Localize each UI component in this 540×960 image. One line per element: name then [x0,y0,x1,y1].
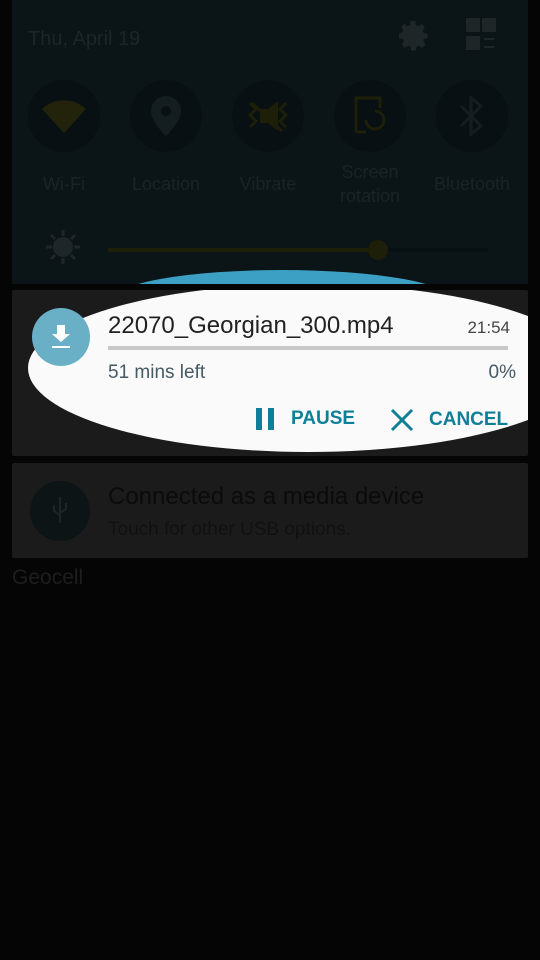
toggle-label: Vibrate [239,174,297,194]
cancel-button[interactable]: CANCEL [390,408,508,432]
carrier-label: Geocell [12,566,84,589]
screen-rotation-icon [354,96,386,134]
brightness-fill [108,248,378,252]
pause-label: PAUSE [291,408,356,429]
download-percent: 0% [488,362,516,383]
toggle-label-line: rotation [339,186,401,206]
brightness-slider[interactable] [108,240,488,260]
toggle-screen-rotation[interactable]: Screen rotation [320,80,420,208]
pause-icon [256,408,274,430]
cancel-label: CANCEL [429,409,509,430]
usb-icon [30,481,90,541]
edit-tiles-icon[interactable] [462,16,500,54]
date-label: Thu, April 19 [28,28,141,50]
toggle-label: Bluetooth [433,174,511,194]
toggle-label: Location [131,174,201,194]
toggle-bluetooth[interactable]: Bluetooth [422,80,522,196]
wifi-icon [42,100,86,133]
time-remaining: 51 mins left [108,362,206,383]
settings-gear-icon[interactable] [396,18,432,54]
vibrate-icon [247,101,289,133]
close-icon [390,408,414,432]
download-progress-bar [108,346,508,350]
download-notification[interactable]: 22070_Georgian_300.mp4 21:54 51 mins lef… [12,290,528,456]
bluetooth-icon [459,96,484,136]
notification-time: 21:54 [467,318,510,337]
quick-settings-panel: Thu, April 19 Wi-Fi Location Vibrate Scr… [12,0,528,284]
brightness-icon [46,230,80,264]
toggle-label: Screen rotation [320,160,420,208]
toggle-vibrate[interactable]: Vibrate [218,80,318,196]
usb-title: Connected as a media device [108,483,425,510]
download-icon [32,308,90,366]
toggle-location[interactable]: Location [116,80,216,196]
pause-button[interactable]: PAUSE [254,408,355,430]
highlight-glow [112,270,452,284]
toggle-label: Wi-Fi [43,174,85,194]
usb-notification[interactable]: Connected as a media device Touch for ot… [12,463,528,558]
location-icon [151,96,181,136]
usb-subtitle: Touch for other USB options. [108,519,351,540]
file-name: 22070_Georgian_300.mp4 [108,312,394,339]
toggle-label-line: Screen [341,162,399,182]
brightness-thumb[interactable] [367,240,388,260]
toggle-wifi[interactable]: Wi-Fi [14,80,114,196]
